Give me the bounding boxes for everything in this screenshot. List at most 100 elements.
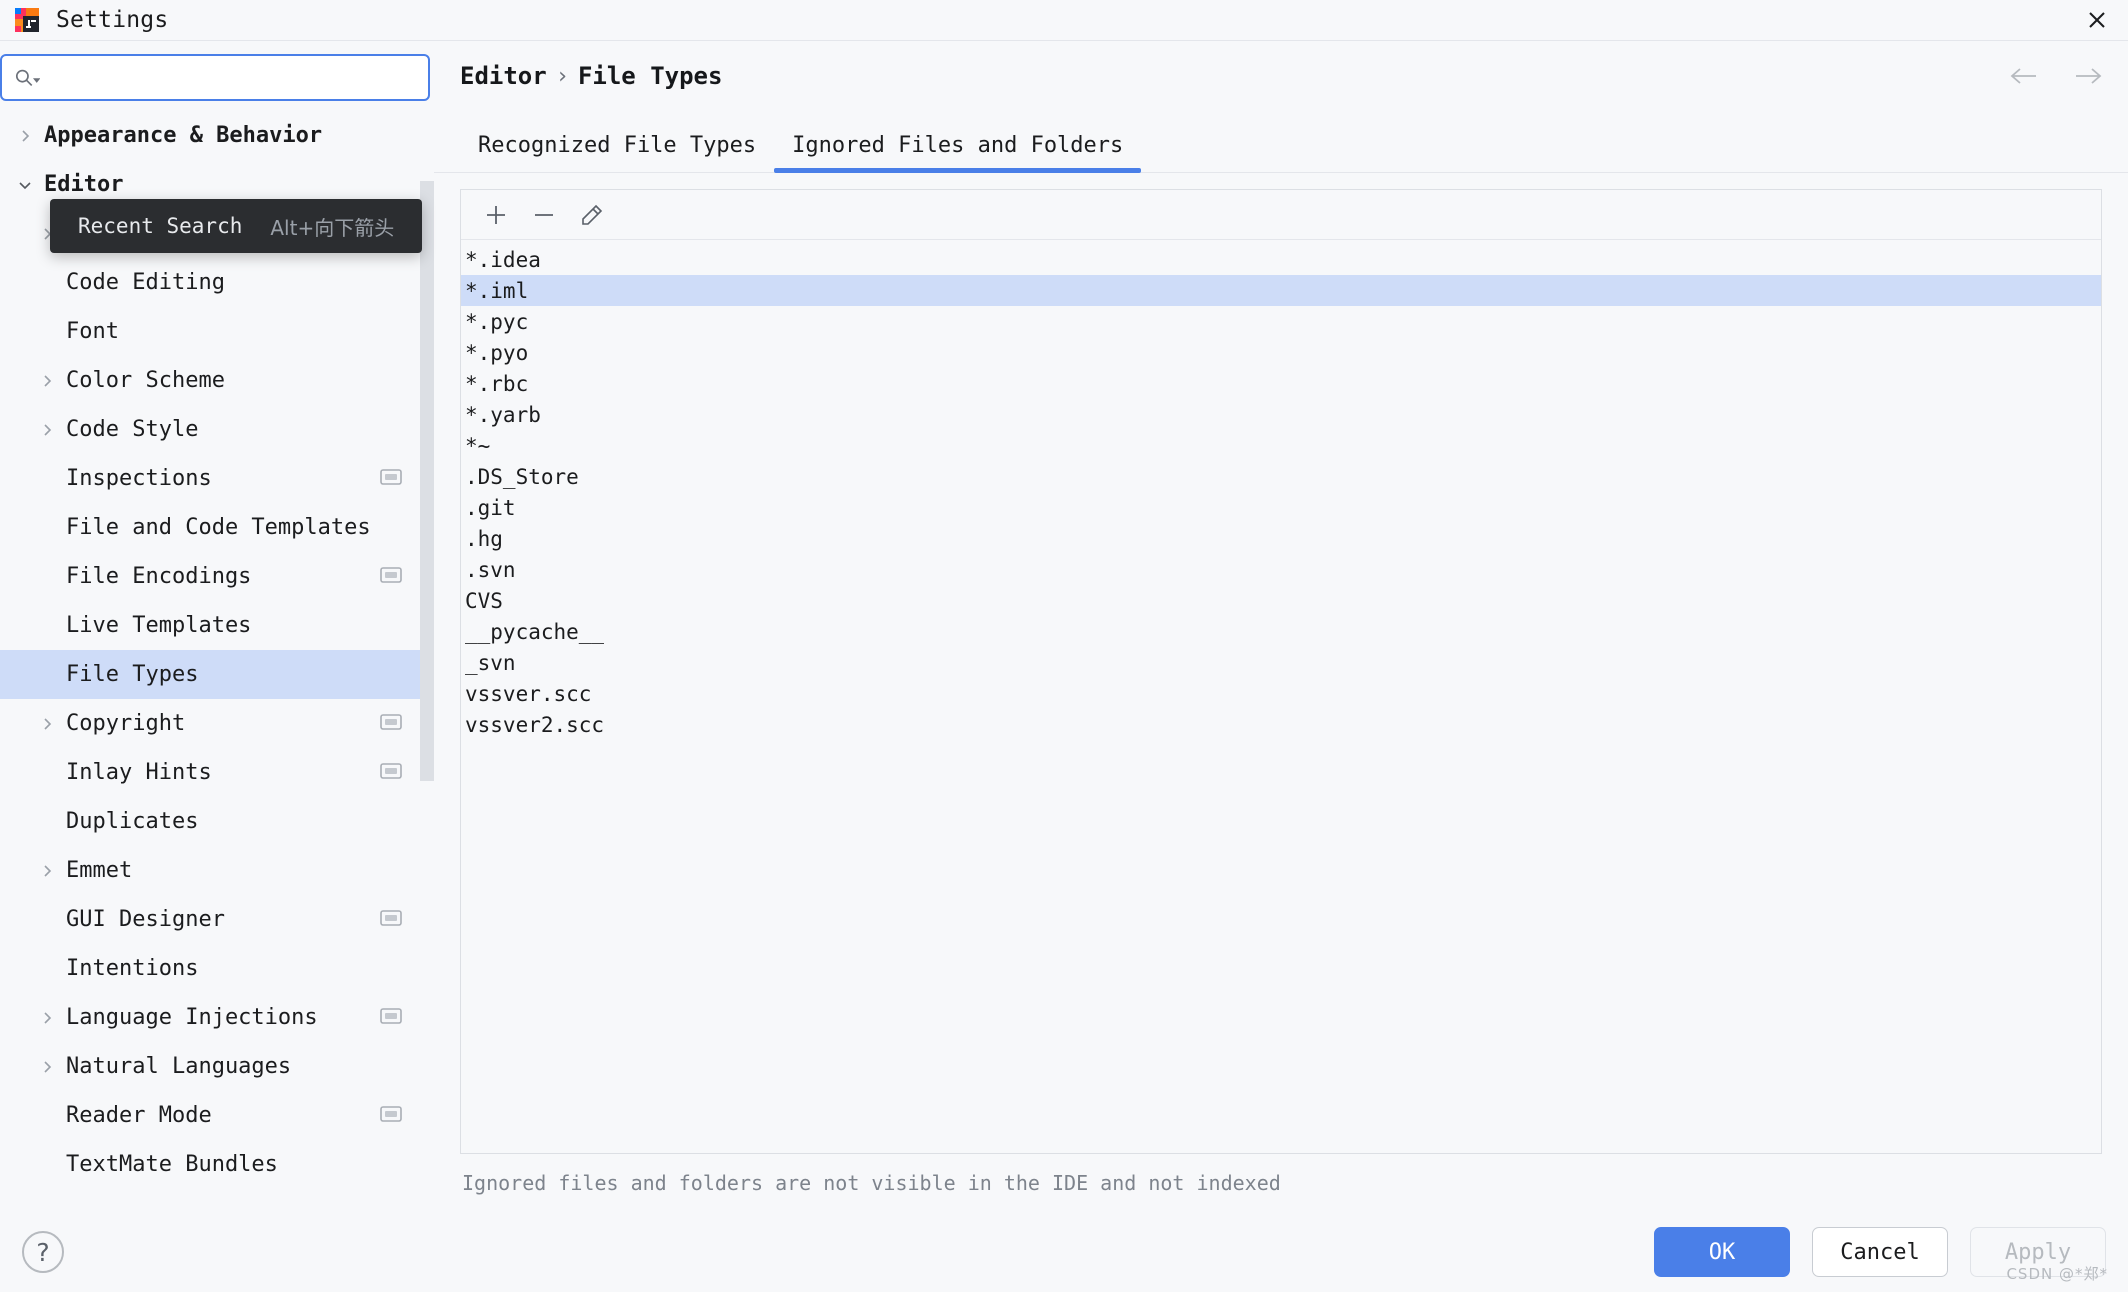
sidebar-item-emmet[interactable]: Emmet xyxy=(0,846,434,895)
settings-sidebar: Appearance & BehaviorEditorGeneralCode E… xyxy=(0,41,434,1212)
breadcrumb-parent[interactable]: Editor xyxy=(460,62,547,90)
sidebar-item-code-editing[interactable]: Code Editing xyxy=(0,258,434,307)
sidebar-item-file-encodings[interactable]: File Encodings xyxy=(0,552,434,601)
dialog-body: Appearance & BehaviorEditorGeneralCode E… xyxy=(0,41,2128,1212)
list-toolbar xyxy=(461,190,2101,240)
chevron-right-icon[interactable] xyxy=(32,374,62,388)
list-item[interactable]: *.iml xyxy=(461,275,2101,306)
sidebar-item-live-templates[interactable]: Live Templates xyxy=(0,601,434,650)
arrow-left-icon[interactable] xyxy=(2010,65,2042,87)
list-item[interactable]: vssver2.scc xyxy=(461,709,2101,740)
sidebar-item-inlay-hints[interactable]: Inlay Hints xyxy=(0,748,434,797)
search-input[interactable] xyxy=(40,67,416,89)
tab-ignored-files-and-folders[interactable]: Ignored Files and Folders xyxy=(774,133,1141,172)
list-item[interactable]: .DS_Store xyxy=(461,461,2101,492)
settings-dialog: Settings xyxy=(0,0,2128,1292)
sidebar-item-label: Inspections xyxy=(62,466,380,491)
dialog-footer: ? OK Cancel Apply CSDN @*郑* xyxy=(0,1212,2128,1292)
search-icon xyxy=(14,65,40,91)
sidebar-item-label: Code Style xyxy=(62,417,380,442)
list-item[interactable]: *.idea xyxy=(461,244,2101,275)
sidebar-item-label: Duplicates xyxy=(62,809,380,834)
sidebar-item-label: Color Scheme xyxy=(62,368,380,393)
close-icon[interactable] xyxy=(2082,5,2112,35)
sidebar-item-color-scheme[interactable]: Color Scheme xyxy=(0,356,434,405)
add-button[interactable] xyxy=(475,196,517,234)
chevron-right-icon[interactable] xyxy=(32,1060,62,1074)
sidebar-item-label: Language Injections xyxy=(62,1005,380,1030)
sidebar-item-inspections[interactable]: Inspections xyxy=(0,454,434,503)
project-scope-badge-icon xyxy=(380,1103,406,1128)
breadcrumb-separator: › xyxy=(556,64,569,89)
sidebar-item-intentions[interactable]: Intentions xyxy=(0,944,434,993)
list-item[interactable]: vssver.scc xyxy=(461,678,2101,709)
tooltip-shortcut: Alt+向下箭头 xyxy=(270,212,394,241)
sidebar-item-label: Reader Mode xyxy=(62,1103,380,1128)
nav-arrows xyxy=(2010,65,2102,87)
breadcrumb-current: File Types xyxy=(578,62,723,90)
recent-search-tooltip: Recent Search Alt+向下箭头 xyxy=(50,199,422,253)
list-item[interactable]: *.rbc xyxy=(461,368,2101,399)
project-scope-badge-icon xyxy=(380,711,406,736)
project-scope-badge-icon xyxy=(380,760,406,785)
list-item[interactable]: __pycache__ xyxy=(461,616,2101,647)
list-item[interactable]: *.yarb xyxy=(461,399,2101,430)
list-item[interactable]: CVS xyxy=(461,585,2101,616)
sidebar-item-reader-mode[interactable]: Reader Mode xyxy=(0,1091,434,1140)
list-item[interactable]: .hg xyxy=(461,523,2101,554)
edit-button[interactable] xyxy=(571,196,613,234)
intellij-idea-icon xyxy=(14,7,40,33)
search-area xyxy=(0,41,434,111)
chevron-right-icon[interactable] xyxy=(32,864,62,878)
settings-detail-panel: Editor › File Types xyxy=(434,41,2128,1212)
sidebar-item-label: Code Editing xyxy=(62,270,380,295)
list-item[interactable]: _svn xyxy=(461,647,2101,678)
sidebar-item-gui-designer[interactable]: GUI Designer xyxy=(0,895,434,944)
ok-button[interactable]: OK xyxy=(1654,1227,1790,1277)
sidebar-item-label: TextMate Bundles xyxy=(62,1152,380,1177)
sidebar-item-label: Font xyxy=(62,319,380,344)
sidebar-item-label: File and Code Templates xyxy=(62,515,380,540)
chevron-right-icon[interactable] xyxy=(10,129,40,143)
sidebar-item-file-types[interactable]: File Types xyxy=(0,650,434,699)
search-box[interactable] xyxy=(0,54,430,101)
sidebar-item-font[interactable]: Font xyxy=(0,307,434,356)
ignored-patterns-list: *.idea*.iml*.pyc*.pyo*.rbc*.yarb*~.DS_St… xyxy=(461,240,2101,1153)
remove-button[interactable] xyxy=(523,196,565,234)
sidebar-item-label: Emmet xyxy=(62,858,380,883)
sidebar-item-natural-languages[interactable]: Natural Languages xyxy=(0,1042,434,1091)
arrow-right-icon[interactable] xyxy=(2070,65,2102,87)
tab-recognized-file-types[interactable]: Recognized File Types xyxy=(460,133,774,172)
chevron-down-icon[interactable] xyxy=(10,178,40,192)
sidebar-item-copyright[interactable]: Copyright xyxy=(0,699,434,748)
breadcrumb-row: Editor › File Types xyxy=(434,41,2128,111)
chevron-right-icon[interactable] xyxy=(32,717,62,731)
sidebar-item-label: Copyright xyxy=(62,711,380,736)
project-scope-badge-icon xyxy=(380,907,406,932)
sidebar-scrollbar[interactable] xyxy=(420,181,434,781)
list-item[interactable]: *.pyc xyxy=(461,306,2101,337)
title-bar: Settings xyxy=(0,0,2128,41)
ignored-patterns-box: *.idea*.iml*.pyc*.pyo*.rbc*.yarb*~.DS_St… xyxy=(460,189,2102,1154)
help-button[interactable]: ? xyxy=(22,1231,64,1273)
sidebar-item-language-injections[interactable]: Language Injections xyxy=(0,993,434,1042)
cancel-button[interactable]: Cancel xyxy=(1812,1227,1948,1277)
sidebar-item-code-style[interactable]: Code Style xyxy=(0,405,434,454)
sidebar-item-label: Inlay Hints xyxy=(62,760,380,785)
project-scope-badge-icon xyxy=(380,466,406,491)
project-scope-badge-icon xyxy=(380,1005,406,1030)
file-types-tabs: Recognized File TypesIgnored Files and F… xyxy=(434,111,2128,173)
list-item[interactable]: *.pyo xyxy=(461,337,2101,368)
sidebar-item-label: Natural Languages xyxy=(62,1054,380,1079)
sidebar-item-duplicates[interactable]: Duplicates xyxy=(0,797,434,846)
content-area: *.idea*.iml*.pyc*.pyo*.rbc*.yarb*~.DS_St… xyxy=(434,173,2128,1212)
list-item[interactable]: .git xyxy=(461,492,2101,523)
sidebar-item-textmate-bundles[interactable]: TextMate Bundles xyxy=(0,1140,434,1189)
chevron-right-icon[interactable] xyxy=(32,423,62,437)
list-item[interactable]: *~ xyxy=(461,430,2101,461)
sidebar-item-appearance-behavior[interactable]: Appearance & Behavior xyxy=(0,111,434,160)
project-scope-badge-icon xyxy=(380,564,406,589)
chevron-right-icon[interactable] xyxy=(32,1011,62,1025)
list-item[interactable]: .svn xyxy=(461,554,2101,585)
sidebar-item-file-and-code-templates[interactable]: File and Code Templates xyxy=(0,503,434,552)
